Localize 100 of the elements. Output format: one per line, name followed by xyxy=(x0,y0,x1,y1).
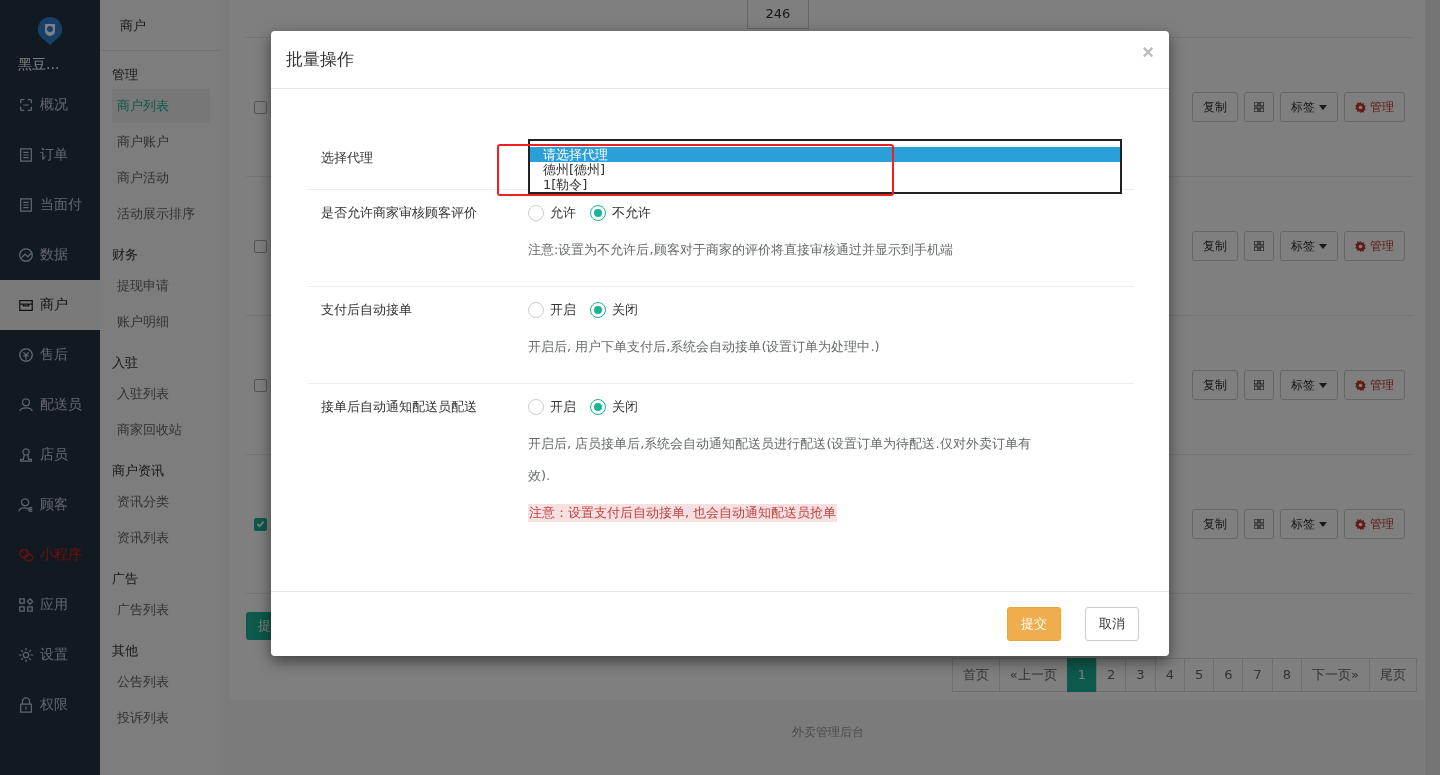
tag-dropdown-button[interactable]: 标签 xyxy=(1280,370,1338,400)
help-text: 开启后, 用户下单支付后,系统会自动接单(设置订单为处理中.) xyxy=(528,338,881,356)
nav-item[interactable]: 资讯分类 xyxy=(112,485,210,519)
copy-button[interactable]: 复制 xyxy=(1192,92,1238,122)
sidebar-item[interactable]: 权限 xyxy=(0,680,100,730)
sidebar-item[interactable]: 店员 xyxy=(0,430,100,480)
nav-item[interactable]: 投诉列表 xyxy=(112,701,210,735)
nav-item[interactable]: 广告列表 xyxy=(112,593,210,627)
page-link[interactable]: 7 xyxy=(1242,658,1273,692)
qr-code-button[interactable] xyxy=(1244,92,1274,122)
radio-label: 开启 xyxy=(550,301,576,319)
nav-item[interactable]: 资讯列表 xyxy=(112,521,210,555)
tag-dropdown-button[interactable]: 标签 xyxy=(1280,509,1338,539)
sidebar-item[interactable]: 应用 xyxy=(0,580,100,630)
sidebar-item[interactable]: 商户 xyxy=(0,280,100,330)
dialog-title: 批量操作 xyxy=(286,48,354,71)
qr-code-button[interactable] xyxy=(1244,370,1274,400)
sidebar-item[interactable]: 配送员 xyxy=(0,380,100,430)
grid-icon xyxy=(1254,102,1264,112)
manage-button[interactable]: 管理 xyxy=(1344,509,1405,539)
caret-icon xyxy=(1319,104,1327,110)
row-checkbox[interactable] xyxy=(254,378,267,392)
nav-heading: 其他 xyxy=(112,642,139,660)
sidebar-item[interactable]: 售后 xyxy=(0,330,100,380)
submit-button[interactable]: 提交 xyxy=(1007,607,1061,641)
field-label: 接单后自动通知配送员配送 xyxy=(320,398,478,416)
cancel-button[interactable]: 取消 xyxy=(1085,607,1139,641)
sidebar-item[interactable]: 概况 xyxy=(0,80,100,130)
chat-icon xyxy=(18,547,34,563)
field-label: 选择代理 xyxy=(320,149,374,167)
chart-icon xyxy=(18,247,34,263)
grid-icon xyxy=(1254,241,1264,251)
store-icon xyxy=(18,297,34,313)
radio-label: 开启 xyxy=(550,398,576,416)
manage-button[interactable]: 管理 xyxy=(1344,370,1405,400)
radio-label: 关闭 xyxy=(612,398,638,416)
tag-dropdown-button[interactable]: 标签 xyxy=(1280,231,1338,261)
nav-item[interactable]: 账户明细 xyxy=(112,305,210,339)
apps-icon xyxy=(18,597,34,613)
nav-item[interactable]: 商户活动 xyxy=(112,161,210,195)
sidebar-item[interactable]: 顾客 xyxy=(0,480,100,530)
row-checkbox[interactable] xyxy=(254,239,267,253)
qr-code-button[interactable] xyxy=(1244,231,1274,261)
close-button[interactable]: × xyxy=(1142,41,1154,64)
caret-icon xyxy=(1319,521,1327,527)
people-icon xyxy=(18,497,34,513)
sidebar-item[interactable]: 数据 xyxy=(0,230,100,280)
copy-button[interactable]: 复制 xyxy=(1192,231,1238,261)
nav-heading: 商户资讯 xyxy=(112,462,165,480)
page-link[interactable]: 尾页 xyxy=(1369,658,1417,692)
copy-button[interactable]: 复制 xyxy=(1192,370,1238,400)
field-label: 是否允许商家审核顾客评价 xyxy=(320,204,478,222)
brand-name: 黑豆... xyxy=(18,56,61,74)
nav-item[interactable]: 提现申请 xyxy=(112,269,210,303)
row-checkbox[interactable] xyxy=(254,100,267,114)
radio-label: 允许 xyxy=(550,204,576,222)
logo-icon xyxy=(37,16,63,46)
frame-icon xyxy=(18,97,34,113)
page-link[interactable]: 2 xyxy=(1096,658,1127,692)
page-link[interactable]: 3 xyxy=(1125,658,1156,692)
list-option[interactable]: 德州[德州] xyxy=(530,162,610,177)
warning-note: 注意：设置支付后自动接单, 也会自动通知配送员抢单 xyxy=(528,504,838,522)
document-icon xyxy=(18,147,34,163)
nav-heading: 财务 xyxy=(112,246,139,264)
nav-heading: 入驻 xyxy=(112,354,139,372)
nav-item[interactable]: 商家回收站 xyxy=(112,413,210,447)
page-link[interactable]: 4 xyxy=(1154,658,1185,692)
nav-item[interactable]: 公告列表 xyxy=(112,665,210,699)
row-checkbox[interactable] xyxy=(254,517,267,531)
page-link[interactable]: 首页 xyxy=(951,658,1000,692)
count-field: 246 xyxy=(747,0,809,29)
help-text: 开启后, 店员接单后,系统会自动通知配送员进行配送(设置订单为待配送.仅对外卖订单有效). xyxy=(528,435,1032,485)
radio-label: 不允许 xyxy=(612,204,651,222)
list-option[interactable]: 1[勒令] xyxy=(530,177,592,192)
qr-code-button[interactable] xyxy=(1244,509,1274,539)
nav-item[interactable]: 活动展示排序 xyxy=(112,197,210,231)
nav-item[interactable]: 入驻列表 xyxy=(112,377,210,411)
manage-button[interactable]: 管理 xyxy=(1344,92,1405,122)
help-text: 注意:设置为不允许后,顾客对于商家的评价将直接审核通过并显示到手机端 xyxy=(528,241,954,259)
nav-heading: 广告 xyxy=(112,570,139,588)
coin-icon xyxy=(18,347,34,363)
manage-button[interactable]: 管理 xyxy=(1344,231,1405,261)
page-link[interactable]: 6 xyxy=(1213,658,1244,692)
copy-button[interactable]: 复制 xyxy=(1192,509,1238,539)
person-icon xyxy=(18,447,34,463)
caret-icon xyxy=(1319,243,1327,249)
radio-label: 关闭 xyxy=(612,301,638,319)
grid-icon xyxy=(1254,380,1264,390)
caret-icon xyxy=(1319,382,1327,388)
sidebar-item[interactable]: 当面付 xyxy=(0,180,100,230)
sidebar-item[interactable]: 设置 xyxy=(0,630,100,680)
grid-icon xyxy=(1254,519,1264,529)
nav-item[interactable]: 商户账户 xyxy=(112,125,210,159)
nav-item[interactable]: 商户列表 xyxy=(112,89,210,123)
tag-dropdown-button[interactable]: 标签 xyxy=(1280,92,1338,122)
sidebar-item[interactable]: 订单 xyxy=(0,130,100,180)
person-icon xyxy=(18,397,34,413)
list-option[interactable]: 请选择代理 xyxy=(530,147,1120,162)
lock-icon xyxy=(18,697,34,713)
document-icon xyxy=(18,197,34,213)
